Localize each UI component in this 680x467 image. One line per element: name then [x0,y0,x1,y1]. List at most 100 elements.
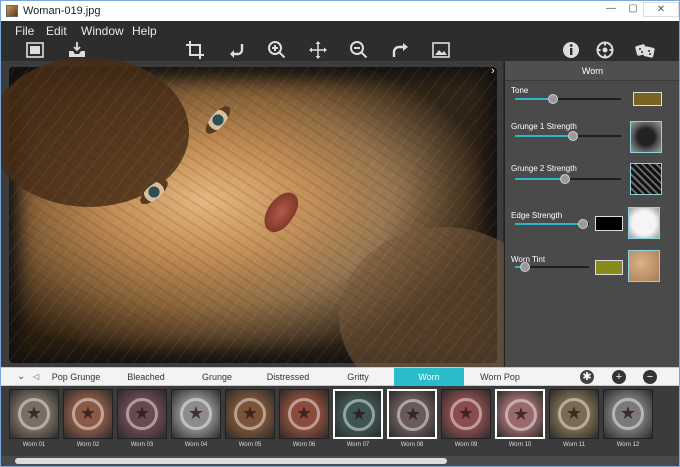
grunge1-texture[interactable] [630,121,662,153]
preset-thumbnail[interactable]: Worn 08 [387,389,437,451]
preset-image [441,389,491,439]
tab-worn[interactable]: Worn [394,368,464,386]
preset-thumbnail[interactable]: Worn 05 [225,389,275,451]
preset-label: Worn 10 [508,442,532,448]
preset-thumbnail[interactable]: Worn 03 [117,389,167,451]
star-badge-icon [558,398,590,430]
edge-color-swatch[interactable] [595,216,623,231]
worn-tint-texture[interactable] [628,250,660,282]
preset-label: Worn 04 [184,442,208,448]
edge-texture[interactable] [628,207,660,239]
slider-knob [548,94,559,104]
panel-title: Worn [581,66,604,76]
window-title: Woman-019.jpg [23,5,101,17]
grunge2-slider[interactable] [515,174,621,184]
add-preset-button[interactable]: + [612,370,626,384]
settings-icon[interactable] [595,40,615,60]
edge-label: Edge Strength [511,211,563,220]
preset-thumbnails: Worn 01 Worn 02 Worn 03 Worn 04 Worn 05 Worn … [1,386,679,456]
image-canvas[interactable]: › [1,57,549,407]
thumbnail-scrollbar[interactable] [1,456,679,466]
preset-image [225,389,275,439]
preset-thumbnail[interactable]: Worn 12 [603,389,653,451]
star-badge-icon [126,398,158,430]
remove-preset-button[interactable]: − [643,370,657,384]
preset-thumbnail[interactable]: Worn 11 [549,389,599,451]
preset-image [9,389,59,439]
preset-thumbnail[interactable]: Worn 07 [333,389,383,451]
app-icon [6,5,18,17]
star-badge-icon [180,398,212,430]
zoom-out-icon[interactable] [349,40,369,60]
scrollbar-thumb[interactable] [15,458,447,464]
app-window: Woman-019.jpg — ▢ ✕ File Edit Window Hel… [0,0,680,467]
redo-icon[interactable] [390,40,410,60]
preset-label: Worn 02 [76,442,100,448]
preset-thumbnail[interactable]: Worn 01 [9,389,59,451]
preset-thumbnail[interactable]: Worn 10 [495,389,545,451]
menu-window[interactable]: Window [81,24,124,38]
title-bar: Woman-019.jpg — ▢ ✕ [1,1,679,21]
preset-label: Worn 11 [562,442,586,448]
dice-icon[interactable] [635,40,655,60]
preset-thumbnail[interactable]: Worn 09 [441,389,491,451]
chevron-right-icon[interactable]: › [491,65,501,77]
preset-label: Worn 12 [616,442,640,448]
preset-thumbnail[interactable]: Worn 02 [63,389,113,451]
star-badge-icon [18,398,50,430]
tab-gritty[interactable]: Gritty [325,368,391,386]
chevron-down-icon[interactable]: ⌄ [17,371,25,382]
tab-grunge[interactable]: Grunge [183,368,251,386]
worn-tint-swatch[interactable] [595,260,623,275]
menu-help[interactable]: Help [132,24,157,38]
preset-image [549,389,599,439]
menu-edit[interactable]: Edit [46,24,67,38]
star-badge-icon [234,398,266,430]
preset-thumbnail[interactable]: Worn 06 [279,389,329,451]
close-button[interactable]: ✕ [643,2,679,17]
tone-color-swatch[interactable] [633,92,662,106]
image-icon[interactable] [25,40,45,60]
pan-icon[interactable] [308,40,328,60]
star-badge-icon [612,398,644,430]
grunge2-texture[interactable] [630,163,662,195]
preset-image [63,389,113,439]
maximize-button[interactable]: ▢ [621,2,645,17]
grunge1-slider[interactable] [515,131,621,141]
tab-distressed[interactable]: Distressed [255,368,321,386]
tab-bleached[interactable]: Bleached [113,368,179,386]
preset-image [387,389,437,439]
star-badge-icon [450,398,482,430]
panel-header: Worn [505,61,679,81]
grunge1-label: Grunge 1 Strength [511,122,577,131]
tab-worn-pop[interactable]: Worn Pop [467,368,533,386]
undo-icon[interactable] [227,40,247,60]
worn-tint-slider[interactable] [515,262,589,272]
star-badge-icon [288,398,320,430]
preset-label: Worn 07 [346,442,370,448]
compare-icon[interactable] [431,40,451,60]
preset-thumbnail[interactable]: Worn 04 [171,389,221,451]
edge-slider[interactable] [515,219,589,229]
preset-image [279,389,329,439]
preset-label: Worn 06 [292,442,316,448]
preset-image [603,389,653,439]
tone-slider[interactable] [515,94,621,104]
preset-label: Worn 03 [130,442,154,448]
grunge2-label: Grunge 2 Strength [511,164,577,173]
tone-label: Tone [511,86,529,95]
tab-pop-grunge[interactable]: Pop Grunge [47,368,105,386]
edited-photo [1,57,549,407]
preset-settings-icon[interactable]: ✱ [580,370,594,384]
crop-icon[interactable] [185,40,205,60]
info-icon[interactable] [561,40,581,60]
preset-image [171,389,221,439]
star-badge-icon [505,399,537,431]
preset-category-tabs: ⌄ ◁ Pop Grunge Bleached Grunge Distresse… [1,367,679,386]
menu-bar: File Edit Window Help [1,21,679,39]
menu-file[interactable]: File [15,24,34,38]
chevron-left-icon[interactable]: ◁ [33,372,39,381]
zoom-in-icon[interactable] [267,40,287,60]
minimize-button[interactable]: — [599,2,623,17]
preset-label: Worn 08 [400,442,424,448]
